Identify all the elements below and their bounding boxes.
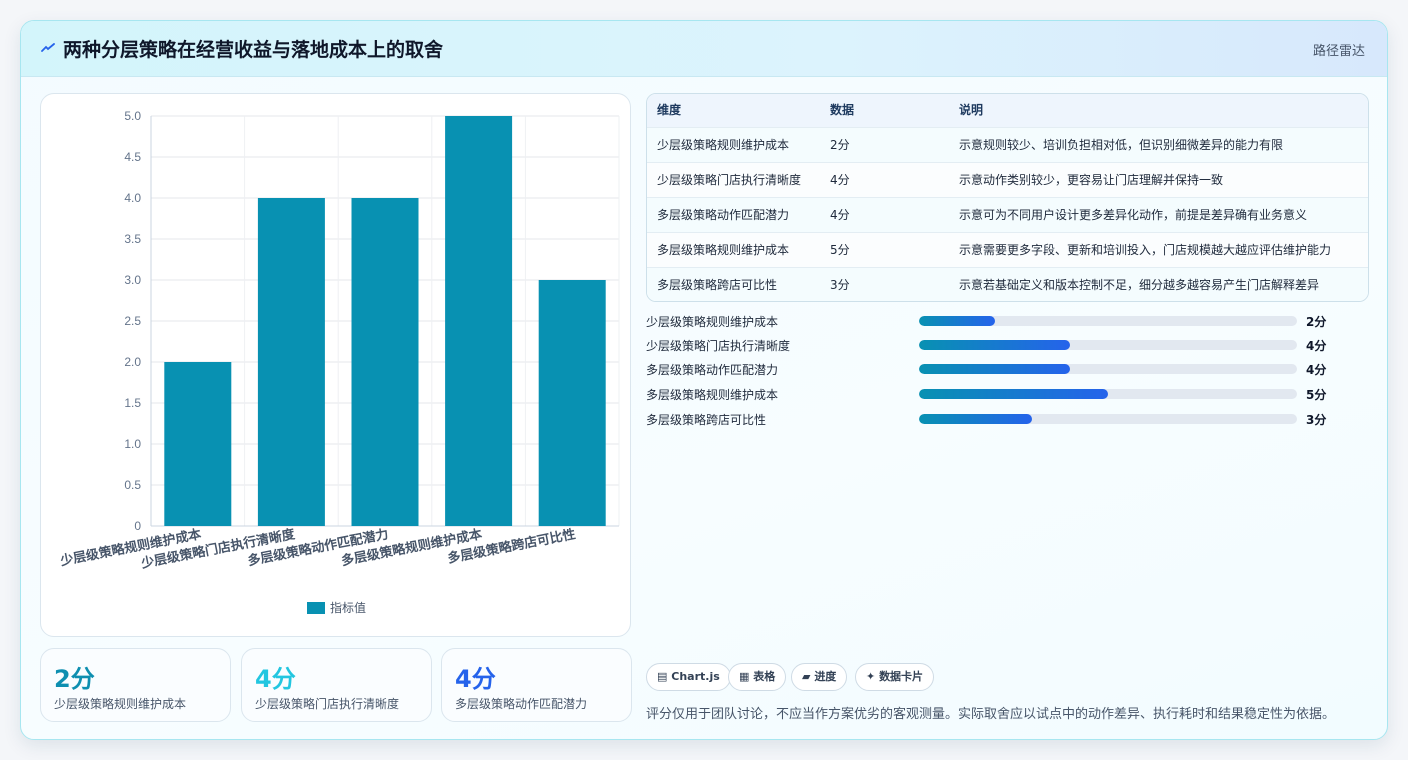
table-cell: 示意可为不同用户设计更多差异化动作，前提是差异确有业务意义 (959, 208, 1308, 222)
bar-2 (257, 198, 325, 526)
page-title: 两种分层策略在经营收益与落地成本上的取舍 (63, 39, 444, 61)
progress-row: 多层级策略跨店可比性 3分 (646, 411, 1369, 429)
table-icon: ▦ (739, 670, 750, 683)
legend-swatch (307, 602, 325, 614)
y-tick-label: 4.5 (124, 150, 141, 164)
progress-icon: ▰ (802, 670, 811, 683)
header-right-label[interactable]: 路径雷达 (1313, 40, 1365, 59)
y-tick-label: 2.5 (124, 314, 141, 328)
kpi-value: 4分 (255, 665, 296, 693)
y-tick-label: 2.0 (124, 355, 141, 369)
table-cell: 4分 (830, 208, 850, 222)
progress-value: 5分 (1306, 388, 1327, 402)
progress-track (919, 414, 1297, 424)
progress-label: 多层级策略规则维护成本 (646, 388, 779, 402)
y-tick-label: 3.0 (124, 273, 141, 287)
progress-value: 4分 (1306, 339, 1327, 353)
progress-fill (919, 316, 995, 326)
tag-progress[interactable]: ▰ 进度 (791, 663, 848, 691)
progress-fill (919, 389, 1108, 399)
table-row: 多层级策略跨店可比性 3分 示意若基础定义和版本控制不足，细分越多越容易产生门店… (647, 267, 1368, 301)
progress-value: 2分 (1306, 315, 1327, 329)
progress-track (919, 340, 1297, 350)
progress-value: 4分 (1306, 363, 1327, 377)
bar-chart: 00.51.01.52.02.53.03.54.04.55.0少层级策略规则维护… (58, 109, 620, 615)
kpi-label: 多层级策略动作匹配潜力 (455, 697, 588, 711)
table-cell: 示意规则较少、培训负担相对低，但识别细微差异的能力有限 (959, 138, 1284, 152)
progress-label: 少层级策略规则维护成本 (646, 315, 779, 329)
kpi-label: 少层级策略门店执行清晰度 (255, 697, 400, 711)
header-bar: 两种分层策略在经营收益与落地成本上的取舍 路径雷达 (21, 21, 1387, 77)
tag-table[interactable]: ▦ 表格 (728, 663, 787, 691)
table-header-cell: 说明 (959, 103, 984, 117)
table-row: 多层级策略动作匹配潜力 4分 示意可为不同用户设计更多差异化动作，前提是差异确有… (647, 197, 1368, 232)
progress-track (919, 389, 1297, 399)
progress-row: 少层级策略规则维护成本 2分 (646, 313, 1369, 331)
table-row: 少层级策略门店执行清晰度 4分 示意动作类别较少，更容易让门店理解并保持一致 (647, 162, 1368, 197)
table-header-cell: 数据 (830, 103, 855, 117)
table-cell: 少层级策略门店执行清晰度 (657, 173, 802, 187)
progress-label: 多层级策略跨店可比性 (646, 413, 767, 427)
table-cell: 示意若基础定义和版本控制不足，细分越多越容易产生门店解释差异 (959, 278, 1320, 292)
y-tick-label: 1.0 (124, 437, 141, 451)
table-header-cell: 维度 (657, 103, 682, 117)
data-table: 维度 数据 说明 少层级策略规则维护成本 2分 示意规则较少、培训负担相对低，但… (646, 93, 1369, 302)
table-cell: 3分 (830, 278, 850, 292)
table-row: 少层级策略规则维护成本 2分 示意规则较少、培训负担相对低，但识别细微差异的能力… (647, 127, 1368, 162)
progress-fill (919, 364, 1071, 374)
kpi-value: 2分 (54, 665, 95, 693)
y-tick-label: 0.5 (124, 478, 141, 492)
tag-data-card[interactable]: ✦ 数据卡片 (855, 663, 935, 691)
table-cell: 少层级策略规则维护成本 (657, 138, 790, 152)
table-cell: 2分 (830, 138, 850, 152)
bar-3 (351, 198, 419, 526)
tag-label: 表格 (753, 670, 776, 683)
progress-fill (919, 414, 1033, 424)
progress-value: 3分 (1306, 413, 1327, 427)
bar-5 (538, 280, 606, 526)
progress-track (919, 364, 1297, 374)
progress-label: 少层级策略门店执行清晰度 (646, 339, 791, 353)
y-tick-label: 0 (134, 519, 141, 533)
y-tick-label: 1.5 (124, 396, 141, 410)
tag-label: Chart.js (671, 670, 720, 683)
kpi-label: 少层级策略规则维护成本 (54, 697, 187, 711)
y-tick-label: 3.5 (124, 232, 141, 246)
kpi-card-3: 4分 多层级策略动作匹配潜力 (441, 648, 632, 722)
progress-track (919, 316, 1297, 326)
y-tick-label: 4.0 (124, 191, 141, 205)
tag-label: 进度 (814, 670, 837, 683)
kpi-card-2: 4分 少层级策略门店执行清晰度 (241, 648, 432, 722)
table-row: 多层级策略规则维护成本 5分 示意需要更多字段、更新和培训投入，门店规模越大越应… (647, 232, 1368, 267)
tag-label: 数据卡片 (879, 670, 924, 683)
tag-chartjs[interactable]: ▤ Chart.js (646, 663, 731, 691)
table-cell: 示意动作类别较少，更容易让门店理解并保持一致 (959, 173, 1224, 187)
dashboard-card: 两种分层策略在经营收益与落地成本上的取舍 路径雷达 0 0.5 1.0 1.5 2.0 2… (20, 20, 1388, 740)
progress-row: 少层级策略门店执行清晰度 4分 (646, 337, 1369, 355)
bar-1 (164, 362, 232, 526)
sparkle-icon: ✦ (866, 670, 876, 683)
table-cell: 多层级策略规则维护成本 (657, 243, 790, 257)
progress-list: 少层级策略规则维护成本 2分 少层级策略门店执行清晰度 4分 多层级策略动作匹配… (646, 313, 1369, 443)
table-cell: 多层级策略跨店可比性 (657, 278, 778, 292)
progress-label: 多层级策略动作匹配潜力 (646, 363, 779, 377)
table-header-row: 维度 数据 说明 (647, 94, 1368, 127)
table-cell: 4分 (830, 173, 850, 187)
legend-label: 指标值 (330, 600, 366, 615)
table-cell: 5分 (830, 243, 850, 257)
spark-icon (41, 43, 55, 52)
progress-row: 多层级策略动作匹配潜力 4分 (646, 361, 1369, 379)
bar-4 (445, 116, 513, 526)
table-cell: 多层级策略动作匹配潜力 (657, 208, 790, 222)
footnote: 评分仅用于团队讨论，不应当作方案优劣的客观测量。实际取舍应以试点中的动作差异、执… (646, 707, 1336, 722)
progress-fill (919, 340, 1071, 350)
chart-icon: ▤ (657, 670, 668, 683)
kpi-card-1: 2分 少层级策略规则维护成本 (40, 648, 231, 722)
table-cell: 示意需要更多字段、更新和培训投入，门店规模越大越应评估维护能力 (959, 243, 1332, 257)
bar-chart-panel: 0 0.5 1.0 1.5 2.0 2.5 3.0 3.5 4.0 4.5 5.0 少层级策略规则维护… (40, 93, 631, 637)
y-tick-label: 5.0 (124, 109, 141, 123)
progress-row: 多层级策略规则维护成本 5分 (646, 386, 1369, 404)
kpi-value: 4分 (455, 665, 496, 693)
